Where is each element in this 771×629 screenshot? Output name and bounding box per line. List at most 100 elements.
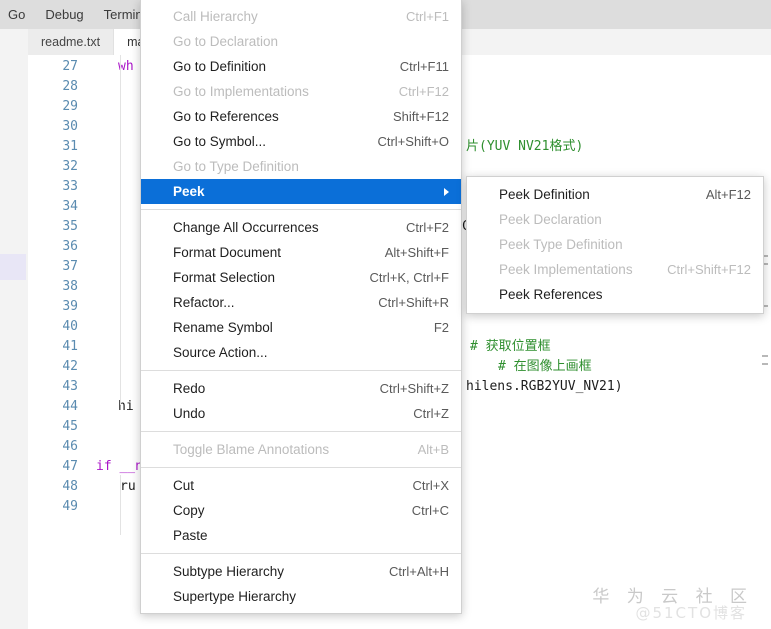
menu-item-label: Go to Type Definition [173,159,299,174]
line-number: 29 [62,99,78,114]
menu-item-label: Go to Implementations [173,84,309,99]
code-fragment: 片(YUV NV21格式) [466,139,584,154]
submenu-item-peek-definition[interactable]: Peek Definition Alt+F12 [467,182,763,207]
menu-item-label: Peek [173,184,205,199]
menu-item-call-hierarchy: Call Hierarchy Ctrl+F1 [141,4,461,29]
menu-item-paste[interactable]: Paste [141,523,461,548]
menu-item-go-to-references[interactable]: Go to References Shift+F12 [141,104,461,129]
menu-item-label: Peek Implementations [499,262,633,277]
menu-item-label: Supertype Hierarchy [173,589,297,604]
submenu-item-peek-references[interactable]: Peek References [467,282,763,307]
menu-separator [141,553,461,554]
menu-separator [141,370,461,371]
code-fragment: ru [120,479,136,494]
menu-item-redo[interactable]: Redo Ctrl+Shift+Z [141,376,461,401]
menu-item-copy[interactable]: Copy Ctrl+C [141,498,461,523]
menu-item-shortcut: Ctrl+Shift+F12 [667,262,751,277]
code-fragment: hilens.RGB2YUV_NV21) [466,379,623,394]
menu-item-shortcut: Ctrl+F12 [398,84,449,99]
scroll-overview-tick [762,355,768,357]
menubar-item-debug[interactable]: Debug [35,0,93,29]
line-number: 33 [62,179,78,194]
submenu-item-peek-declaration: Peek Declaration [467,207,763,232]
menu-item-refactor[interactable]: Refactor... Ctrl+Shift+R [141,290,461,315]
menu-item-rename-symbol[interactable]: Rename Symbol F2 [141,315,461,340]
line-number: 38 [62,279,78,294]
activity-bar[interactable] [0,29,29,629]
menu-item-shortcut: Ctrl+Z [413,406,449,421]
menu-item-subtype-hierarchy[interactable]: Subtype Hierarchy Ctrl+Alt+H [141,559,461,584]
menu-item-label: Peek Type Definition [499,237,623,252]
menu-item-peek[interactable]: Peek [141,179,461,204]
scroll-overview-tick [762,363,768,365]
menu-item-label: Peek References [499,287,603,302]
menu-item-shortcut: Shift+F12 [392,109,449,124]
menu-item-label: Toggle Blame Annotations [173,442,330,457]
menu-item-label: Call Hierarchy [173,9,258,24]
menu-item-label: Cut [173,478,195,493]
menu-item-shortcut: Alt+Shift+F [384,245,449,260]
editor-scrollbar[interactable] [760,55,769,629]
menu-item-shortcut: Ctrl+F2 [406,220,449,235]
menu-item-label: Redo [173,381,206,396]
menu-item-format-selection[interactable]: Format Selection Ctrl+K, Ctrl+F [141,265,461,290]
menu-item-label: Source Action... [173,345,268,360]
line-number: 47 [62,459,78,474]
line-number: 40 [62,319,78,334]
menu-item-toggle-blame-annotations: Toggle Blame Annotations Alt+B [141,437,461,462]
menu-item-label: Go to References [173,109,279,124]
menu-item-supertype-hierarchy[interactable]: Supertype Hierarchy [141,584,461,609]
tab-readme-txt[interactable]: readme.txt [28,29,115,55]
menu-item-go-to-symbol[interactable]: Go to Symbol... Ctrl+Shift+O [141,129,461,154]
line-number: 42 [62,359,78,374]
editor-context-menu[interactable]: Call Hierarchy Ctrl+F1 Go to Declaration Go… [140,0,462,614]
submenu-item-peek-type-definition: Peek Type Definition [467,232,763,257]
code-fragment: if __n [96,459,143,474]
line-number: 35 [62,219,78,234]
menu-item-go-to-type-definition: Go to Type Definition [141,154,461,179]
chevron-right-icon [444,187,449,196]
line-number: 34 [62,199,78,214]
indent-guide [120,475,121,535]
menu-item-shortcut: Alt+B [417,442,449,457]
menu-item-shortcut: Alt+F12 [705,187,751,202]
menu-item-shortcut: Ctrl+F1 [406,9,449,24]
menu-separator [141,467,461,468]
menubar-item-go[interactable]: Go [0,0,35,29]
menu-item-label: Peek Definition [499,187,590,202]
menu-item-shortcut: Ctrl+Shift+O [377,134,449,149]
menu-item-label: Go to Definition [173,59,267,74]
menu-item-label: Peek Declaration [499,212,602,227]
indent-guide [120,55,121,405]
submenu-item-peek-implementations: Peek Implementations Ctrl+Shift+F12 [467,257,763,282]
line-number: 46 [62,439,78,454]
menu-item-shortcut: Ctrl+Shift+R [378,295,449,310]
menu-item-label: Change All Occurrences [173,220,319,235]
code-fragment: # 获取位置框 [470,339,551,354]
menu-item-label: Paste [173,528,208,543]
menu-item-change-all-occurrences[interactable]: Change All Occurrences Ctrl+F2 [141,215,461,240]
menu-item-cut[interactable]: Cut Ctrl+X [141,473,461,498]
menu-item-label: Copy [173,503,205,518]
menu-item-go-to-definition[interactable]: Go to Definition Ctrl+F11 [141,54,461,79]
menu-item-label: Format Document [173,245,282,260]
menu-item-shortcut: Ctrl+K, Ctrl+F [369,270,449,285]
menu-item-undo[interactable]: Undo Ctrl+Z [141,401,461,426]
menu-item-label: Go to Symbol... [173,134,267,149]
activity-bar-marker [0,254,26,280]
menu-item-format-document[interactable]: Format Document Alt+Shift+F [141,240,461,265]
peek-submenu[interactable]: Peek Definition Alt+F12 Peek Declaration Pe… [466,176,764,314]
menu-item-shortcut: Ctrl+F11 [399,59,449,74]
line-number: 32 [62,159,78,174]
line-number: 39 [62,299,78,314]
menu-item-source-action[interactable]: Source Action... [141,340,461,365]
menu-item-label: Go to Declaration [173,34,279,49]
line-number: 36 [62,239,78,254]
menu-item-label: Subtype Hierarchy [173,564,285,579]
line-number: 28 [62,79,78,94]
menu-item-label: Refactor... [173,295,235,310]
line-number: 31 [62,139,78,154]
menu-item-shortcut: Ctrl+Shift+Z [379,381,449,396]
menu-separator [141,209,461,210]
menu-item-shortcut: Ctrl+C [411,503,449,518]
